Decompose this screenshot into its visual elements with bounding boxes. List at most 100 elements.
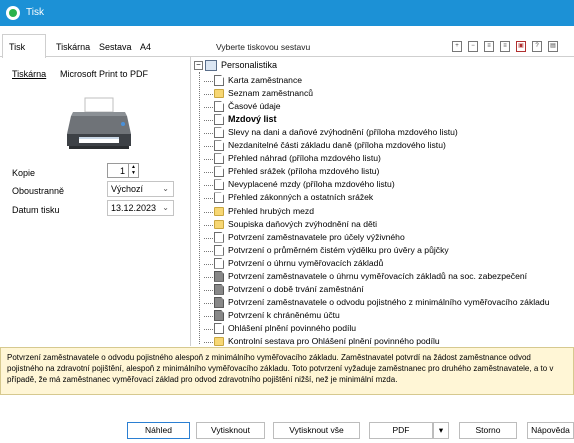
tree-item[interactable]: Seznam zaměstnanců xyxy=(191,88,574,100)
tree-connector xyxy=(204,250,213,252)
tree-connector xyxy=(204,159,213,161)
title-bar: Tisk xyxy=(0,0,574,26)
printer-name: Microsoft Print to PDF xyxy=(60,69,149,79)
tree-item[interactable]: Slevy na dani a daňové zvýhodnění (přílo… xyxy=(191,127,574,139)
document-icon xyxy=(214,231,224,243)
preview-button[interactable]: Náhled xyxy=(127,422,190,439)
tree-item[interactable]: Potvrzení zaměstnavatele o odvodu pojist… xyxy=(191,296,574,309)
copies-label: Kopie xyxy=(12,168,36,178)
tree-item[interactable]: Kontrolní sestava pro Ohlášení plnění po… xyxy=(191,336,574,346)
tree-item[interactable]: Potvrzení zaměstnavatele o úhrnu vyměřov… xyxy=(191,270,574,283)
tree-item[interactable]: Mzdový list xyxy=(191,114,574,126)
tree-item-label: Nevyplacené mzdy (příloha mzdového listu… xyxy=(228,179,395,190)
tab-tisk[interactable]: Tisk xyxy=(2,34,46,58)
document-icon xyxy=(214,244,224,256)
document-icon xyxy=(214,140,224,152)
tree-item[interactable]: Potvrzení zaměstnavatele pro účely výživ… xyxy=(191,231,574,244)
print-button[interactable]: Vytisknout xyxy=(196,422,265,439)
tab-tiskarna[interactable]: Tiskárna xyxy=(56,42,90,52)
print-date-picker[interactable]: 13.12.2023 ⌄ xyxy=(107,200,174,216)
pdf-icon[interactable]: ▣ xyxy=(516,41,526,52)
printer-icon xyxy=(67,97,131,149)
print-all-button[interactable]: Vytisknout vše xyxy=(273,422,360,439)
document-icon xyxy=(214,101,224,113)
pdf-menu-button[interactable]: ▾ xyxy=(433,422,449,439)
tree-item[interactable]: Nezdanitelné části základu daně (příloha… xyxy=(191,140,574,152)
tab-a4[interactable]: A4 xyxy=(140,42,151,52)
document-icon[interactable]: ▤ xyxy=(548,41,558,52)
tree-item[interactable]: Potvrzení k chráněnému účtu xyxy=(191,309,574,322)
duplex-select[interactable]: Výchozí ⌄ xyxy=(107,181,174,197)
pdf-button[interactable]: PDF xyxy=(369,422,433,439)
copies-stepper[interactable]: 1 ▲ ▼ xyxy=(107,163,139,178)
tree-item[interactable]: Přehled hrubých mezd xyxy=(191,206,574,218)
chevron-down-icon: ⌄ xyxy=(162,184,169,193)
tree-item-label: Potvrzení zaměstnavatele o odvodu pojist… xyxy=(228,296,550,307)
document-icon xyxy=(214,192,224,204)
tree-connector xyxy=(204,289,213,291)
duplex-label: Oboustranně xyxy=(12,186,65,196)
tree-item[interactable]: Ohlášení plnění povinného podílu xyxy=(191,322,574,335)
tab-sestava[interactable]: Sestava xyxy=(99,42,132,52)
tree-item[interactable]: Soupiska daňových zvýhodnění na děti xyxy=(191,219,574,231)
tree-item[interactable]: Časové údaje xyxy=(191,101,574,113)
printer-link[interactable]: Tiskárna xyxy=(12,69,46,79)
document-icon xyxy=(214,114,224,126)
tree-item[interactable]: Potvrzení o úhrnu vyměřovacích základů xyxy=(191,257,574,270)
print-dialog: Tisk Tisk Tiskárna Sestava A4 Vyberte ti… xyxy=(0,0,574,443)
document-icon[interactable]: ≡ xyxy=(484,41,494,52)
tree-item-label: Slevy na dani a daňové zvýhodnění (přílo… xyxy=(228,127,458,138)
folder-icon xyxy=(214,89,224,99)
tree-item-label: Přehled srážek (příloha mzdového listu) xyxy=(228,166,380,177)
tree-connector xyxy=(204,146,213,148)
document-icon xyxy=(214,127,224,139)
window-title: Tisk xyxy=(26,7,44,18)
document-icon xyxy=(214,322,224,334)
folder-icon xyxy=(214,337,224,346)
tree-item-label: Ohlášení plnění povinného podílu xyxy=(228,322,357,333)
tree-item-label: Nezdanitelné části základu daně (příloha… xyxy=(228,140,446,151)
tree-item-label: Potvrzení zaměstnavatele pro účely výživ… xyxy=(228,231,405,242)
tree-item-label: Potvrzení o průměrném čistém výdělku pro… xyxy=(228,244,449,255)
document-icon xyxy=(214,270,224,282)
expand-icon[interactable]: + xyxy=(452,41,462,52)
document-icon xyxy=(214,309,224,321)
tree-item-label: Časové údaje xyxy=(228,101,281,112)
tab-bar: Tisk Tiskárna Sestava A4 Vyberte tiskovo… xyxy=(0,26,574,58)
date-value: 13.12.2023 xyxy=(111,203,157,213)
collapse-icon[interactable]: − xyxy=(468,41,478,52)
document-icon xyxy=(214,153,224,165)
tree-item[interactable]: Karta zaměstnance xyxy=(191,75,574,87)
tree-item[interactable]: Přehled náhrad (příloha mzdového listu) xyxy=(191,153,574,165)
document-icon[interactable]: ≡ xyxy=(500,41,510,52)
folder-icon xyxy=(214,219,224,229)
collapse-toggle-icon[interactable]: − xyxy=(194,61,203,70)
document-icon xyxy=(214,179,224,191)
tree-connector xyxy=(204,237,213,239)
tree-connector xyxy=(204,198,213,200)
tree-item-label: Karta zaměstnance xyxy=(228,75,303,85)
tree-connector xyxy=(204,302,213,304)
print-settings-panel: Tiskárna Microsoft Print to PDF Kopie 1 … xyxy=(0,57,190,347)
tree-item[interactable]: Nevyplacené mzdy (příloha mzdového listu… xyxy=(191,179,574,191)
tree-item[interactable]: Potvrzení o průměrném čistém výdělku pro… xyxy=(191,244,574,257)
tree-connector xyxy=(204,328,213,330)
tree-item[interactable]: Potvrzení o době trvání zaměstnání xyxy=(191,283,574,296)
help-button[interactable]: Nápověda xyxy=(527,422,574,439)
spinner-arrows-icon[interactable]: ▲ ▼ xyxy=(128,164,138,177)
tree-item[interactable]: Přehled srážek (příloha mzdového listu) xyxy=(191,166,574,178)
tree-item-label: Soupiska daňových zvýhodnění na děti xyxy=(228,218,378,229)
tree-item-label: Potvrzení o úhrnu vyměřovacích základů xyxy=(228,257,384,268)
tree-item-label: Mzdový list xyxy=(228,114,277,125)
cancel-button[interactable]: Storno xyxy=(459,422,517,439)
tree-item-label: Potvrzení zaměstnavatele o úhrnu vyměřov… xyxy=(228,270,528,281)
tree-item-label: Potvrzení o době trvání zaměstnání xyxy=(228,283,364,294)
tree-toolbar: + − ≡ ≡ ▣? ▤ xyxy=(452,39,564,52)
document-icon xyxy=(214,166,224,178)
date-label: Datum tisku xyxy=(12,205,60,215)
tree-item[interactable]: Přehled zákonných a ostatních srážek xyxy=(191,192,574,204)
help-icon[interactable]: ? xyxy=(532,41,542,52)
tree-connector xyxy=(204,263,213,265)
tree-connector xyxy=(204,94,213,96)
tree-root-label: Personalistika xyxy=(221,60,278,70)
